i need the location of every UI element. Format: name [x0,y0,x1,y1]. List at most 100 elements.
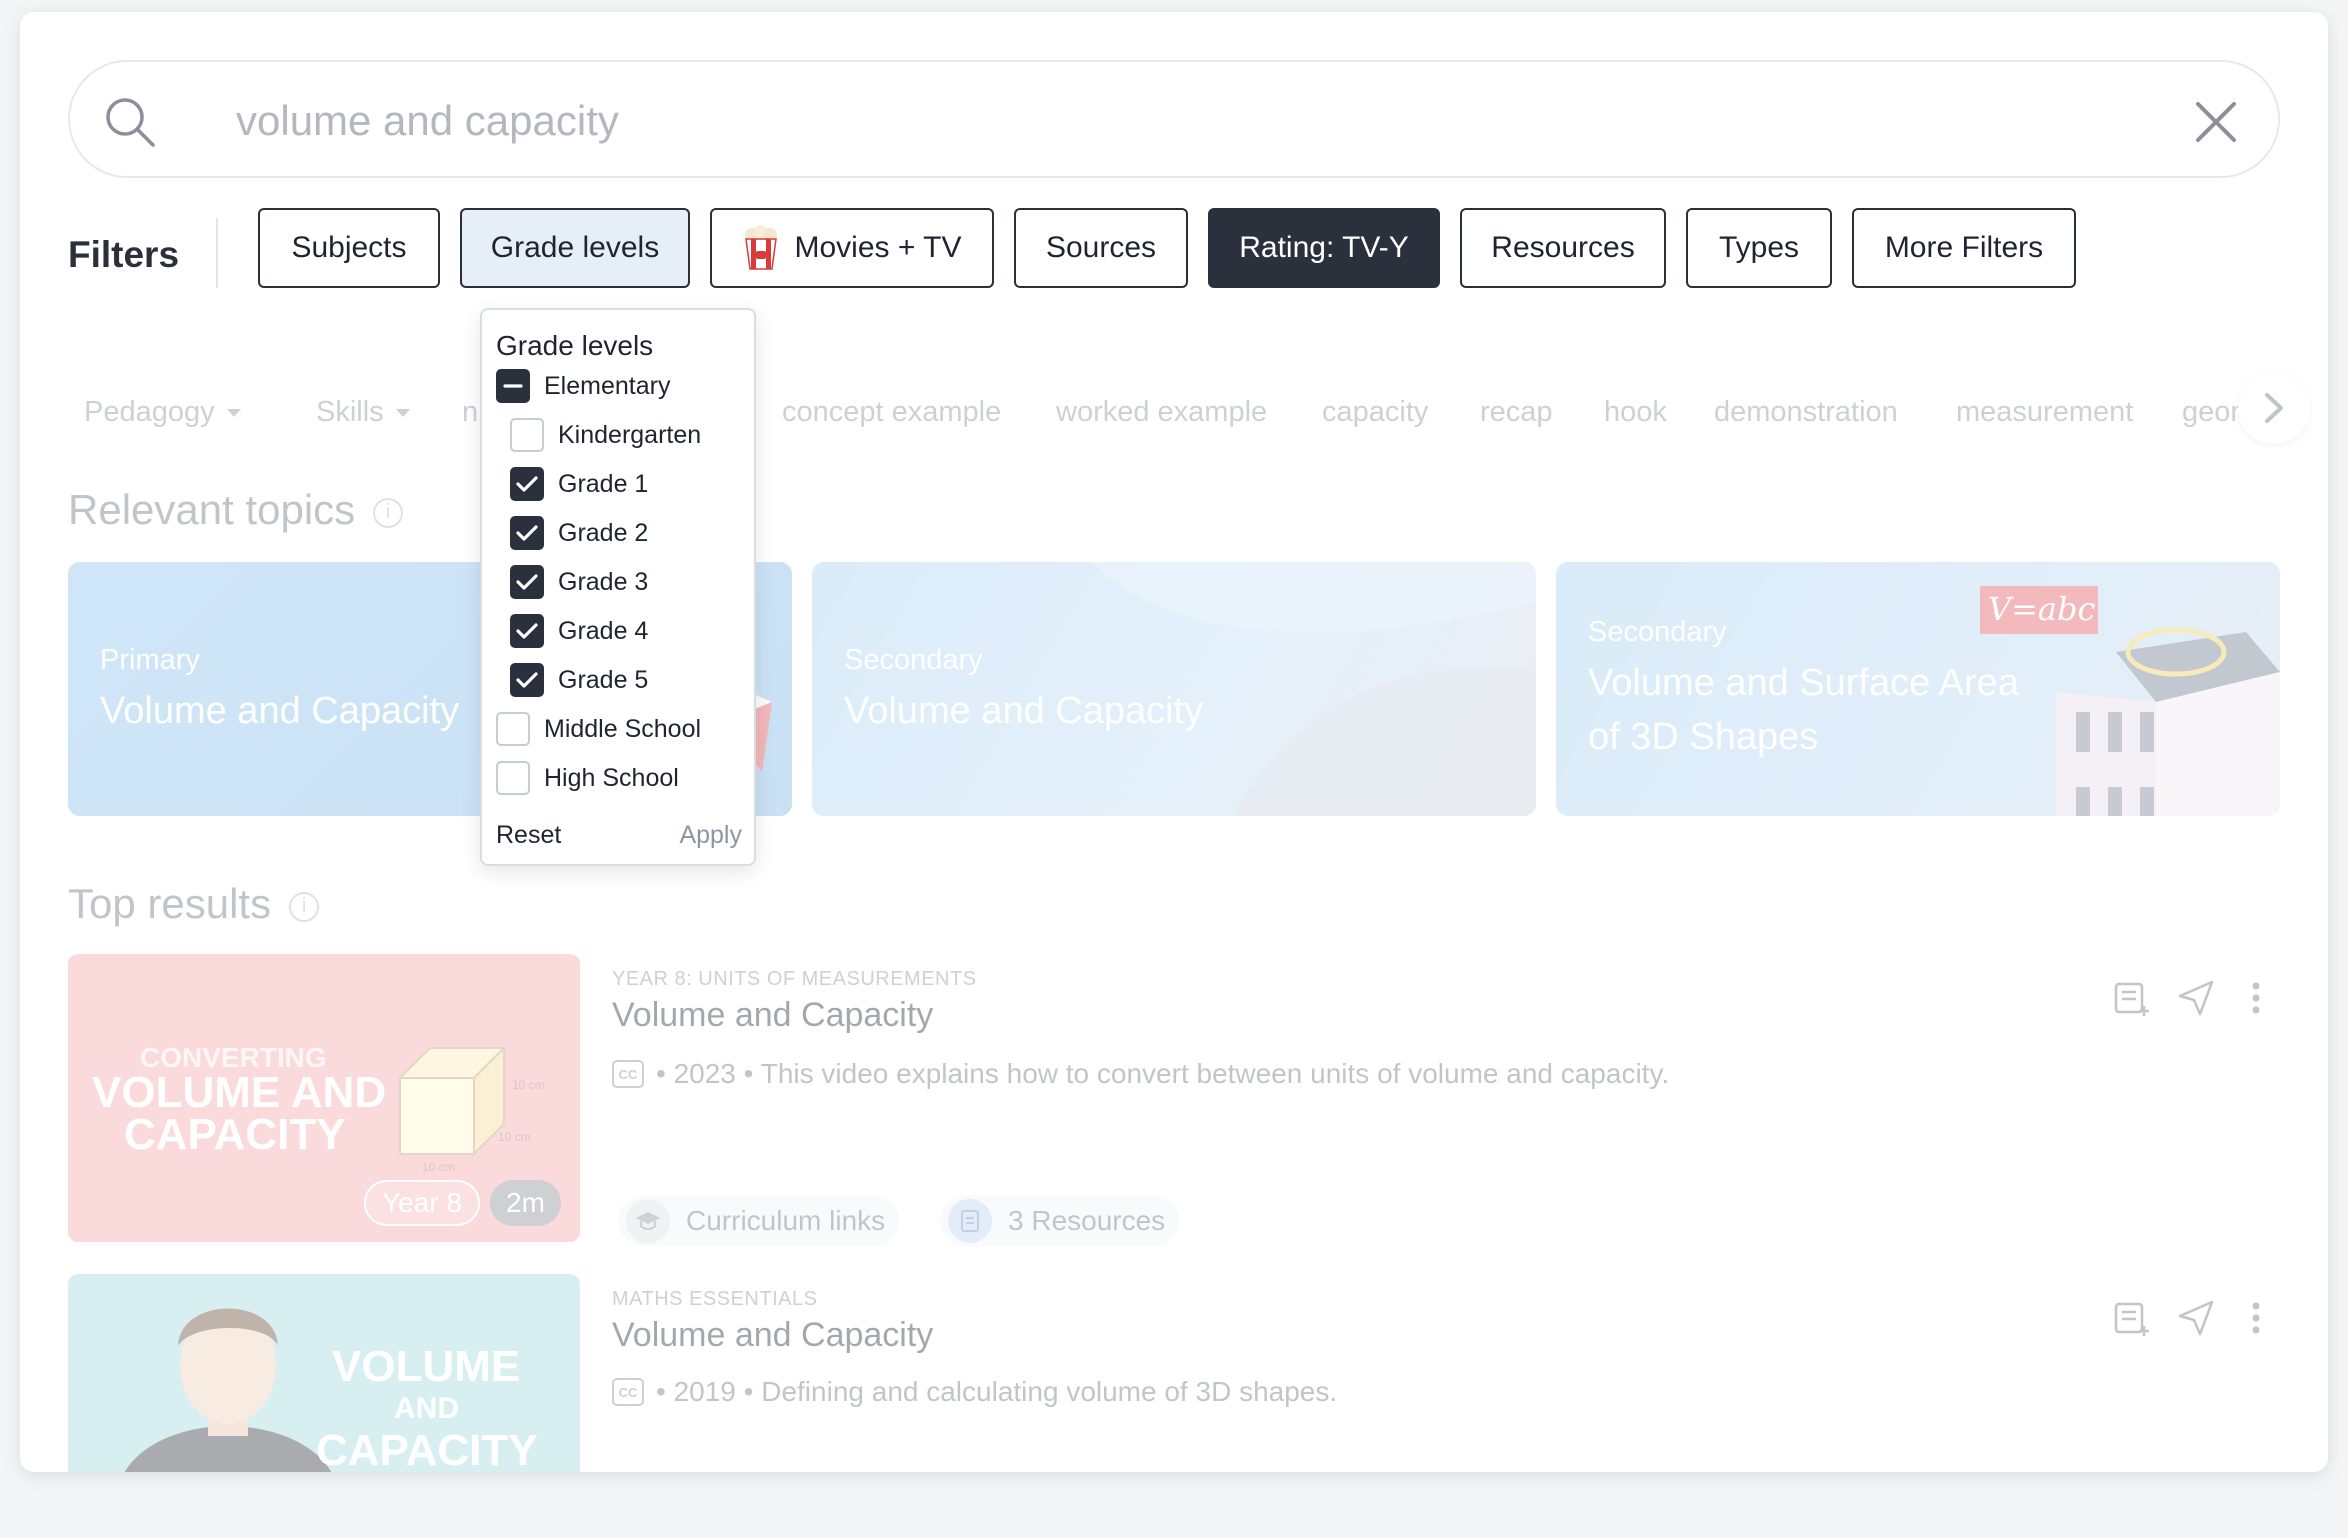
caret-down-icon [226,409,241,418]
tag-item[interactable]: demonstration [1714,372,1898,452]
tag-item[interactable]: measurement [1956,372,2133,452]
year-badge: Year 8 [364,1180,480,1226]
result-description: CC • 2019 • Defining and calculating vol… [612,1376,1337,1408]
grade-option[interactable]: Grade 4 [510,611,648,651]
chip-label: Types [1718,231,1800,264]
search-input[interactable]: volume and capacity [236,62,619,180]
tag-item[interactable]: concept example [782,372,1001,452]
add-to-playlist-icon[interactable] [2112,1298,2152,1338]
result-title[interactable]: Volume and Capacity [612,1316,933,1355]
topic-title: Volume and Capacity [100,690,460,732]
result-description: CC • 2023 • This video explains how to c… [612,1058,1669,1090]
pedagogy-dropdown[interactable]: Pedagogy [84,372,241,452]
checkbox[interactable] [510,418,544,452]
document-icon [948,1199,992,1243]
add-to-playlist-icon[interactable] [2112,978,2152,1018]
reset-button[interactable]: Reset [496,821,561,850]
grade-option[interactable]: Kindergarten [510,415,701,455]
option-label: Grade 3 [558,567,649,596]
filter-rating-button[interactable]: Rating: TV-Y [1208,208,1440,288]
apply-button[interactable]: Apply [679,821,742,850]
resources-button[interactable]: 3 Resources [940,1196,1180,1246]
tags-next-button[interactable] [2238,372,2310,444]
filter-subjects-button[interactable]: Subjects [258,208,440,288]
checkbox[interactable] [496,369,530,403]
grade-option[interactable]: Grade 3 [510,562,648,602]
top-results-heading: Top results [68,880,320,928]
share-icon[interactable] [2176,1298,2216,1338]
grade-option[interactable]: Grade 2 [510,513,648,553]
minus-icon [503,384,523,388]
relevant-topics-heading: Relevant topics [68,486,404,534]
result-title[interactable]: Volume and Capacity [612,996,933,1035]
topic-title: Volume and Capacity [844,690,1204,732]
checkbox[interactable] [496,761,530,795]
checkbox[interactable] [510,516,544,550]
chip-label: Grade levels [490,231,660,264]
option-label: Grade 1 [558,469,649,498]
dimension-label: 10 cm [422,1160,455,1174]
popcorn-icon [745,225,778,270]
more-filters-button[interactable]: More Filters [1852,208,2076,288]
grade-option[interactable]: Elementary [496,366,670,406]
check-icon [516,525,538,541]
more-options-icon[interactable] [2236,1298,2276,1338]
info-icon[interactable] [289,891,320,922]
closed-captions-icon: CC [612,1378,644,1406]
checkbox[interactable] [510,467,544,501]
filter-resources-button[interactable]: Resources [1460,208,1666,288]
more-options-icon[interactable] [2236,978,2276,1018]
grade-levels-dropdown: Grade levels Elementary Kindergarten Grade… [480,308,756,866]
formula-badge: V=abc [1988,590,2096,628]
option-label: High School [544,763,679,792]
info-icon[interactable] [373,497,404,528]
dimension-label: 10 cm [498,1130,531,1144]
skills-dropdown[interactable]: Skills [316,372,410,452]
grade-option[interactable]: Middle School [496,709,701,749]
chip-label: Sources [1045,231,1157,264]
share-icon[interactable] [2176,978,2216,1018]
filter-movies-tv-button[interactable]: Movies + TV [710,208,994,288]
checkbox[interactable] [510,663,544,697]
result-thumbnail[interactable]: VOLUME AND CAPACITY [68,1274,580,1472]
grade-option[interactable]: Grade 5 [510,660,648,700]
result-thumbnail[interactable]: CONVERTING VOLUME AND CAPACITY 10 cm 10 … [68,954,580,1242]
search-bar[interactable]: volume and capacity [68,60,2280,178]
search-page: volume and capacity Filters Subjects Gra… [20,12,2328,1472]
filters-divider [216,218,218,288]
grade-option[interactable]: High School [496,758,679,798]
chip-label: Movies + TV [794,231,962,264]
filter-grade-levels-button[interactable]: Grade levels [460,208,690,288]
chip-label: Resources [1491,231,1635,264]
option-label: Middle School [544,714,702,743]
chip-label: Rating: TV-Y [1239,231,1409,264]
result-series: MATHS ESSENTIALS [612,1288,818,1310]
filter-types-button[interactable]: Types [1686,208,1832,288]
topic-card[interactable]: Secondary Volume and Capacity [812,562,1536,816]
option-label: Grade 2 [558,518,649,547]
result-series: YEAR 8: UNITS OF MEASUREMENTS [612,968,977,990]
tag-item[interactable]: n [462,372,478,452]
close-icon[interactable] [2194,100,2238,144]
checkbox[interactable] [510,614,544,648]
thumb-text-line3: CAPACITY [124,1110,346,1159]
duration-badge: 2m [490,1180,561,1226]
topic-title-line1: Volume and Surface Area [1588,662,2019,704]
filter-sources-button[interactable]: Sources [1014,208,1188,288]
dimension-label: 10 cm [512,1078,545,1092]
topic-card[interactable]: V=abc Secondary Volume and Surface Area … [1556,562,2280,816]
option-label: Kindergarten [558,420,702,449]
topic-level: Primary [100,644,200,676]
checkbox[interactable] [496,712,530,746]
thumb-text-line1: VOLUME [332,1342,521,1391]
grade-option[interactable]: Grade 1 [510,464,648,504]
checkbox[interactable] [510,565,544,599]
closed-captions-icon: CC [612,1060,644,1088]
tag-item[interactable]: hook [1604,372,1667,452]
option-label: Grade 4 [558,616,649,645]
graduation-cap-icon [626,1199,670,1243]
curriculum-links-button[interactable]: Curriculum links [618,1196,900,1246]
tag-item[interactable]: capacity [1322,372,1428,452]
tag-item[interactable]: recap [1480,372,1553,452]
tag-item[interactable]: worked example [1056,372,1267,452]
